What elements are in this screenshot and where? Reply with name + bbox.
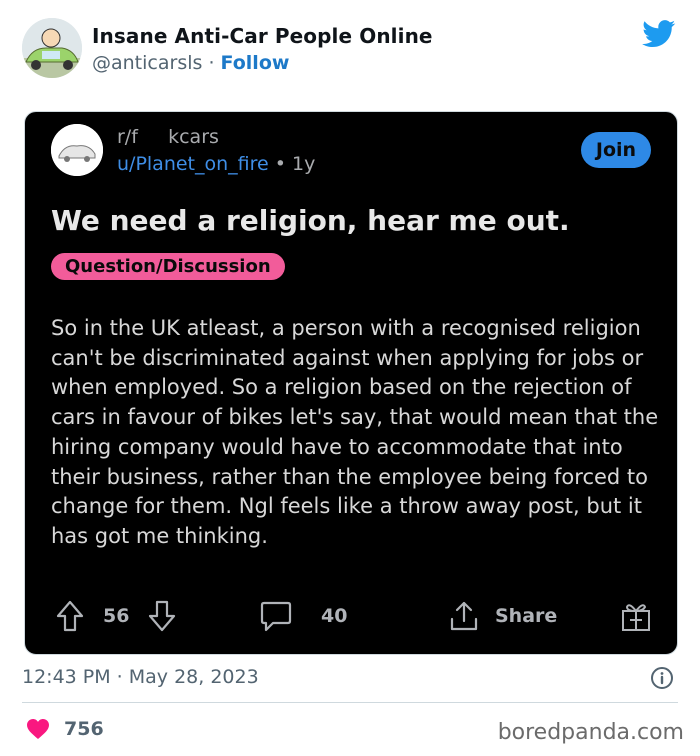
comment-count: 40 xyxy=(321,605,348,627)
twitter-bird-icon[interactable] xyxy=(642,20,676,48)
post-meta: u/Planet_on_fire • 1y xyxy=(117,153,315,175)
join-button[interactable]: Join xyxy=(581,132,651,168)
handle-line: @anticarsls · Follow xyxy=(92,52,289,74)
subreddit-avatar[interactable] xyxy=(51,124,103,176)
profile-avatar[interactable] xyxy=(22,18,82,78)
heart-icon[interactable] xyxy=(26,718,50,740)
tweet-header: Insane Anti-Car People Online @anticarsl… xyxy=(22,18,682,80)
flair-badge[interactable]: Question/Discussion xyxy=(51,253,285,280)
watermark: boredpanda.com xyxy=(497,720,684,745)
comment-button[interactable] xyxy=(259,596,293,636)
like-count: 756 xyxy=(64,718,104,740)
share-button[interactable] xyxy=(447,596,481,636)
divider xyxy=(22,702,678,703)
follow-link[interactable]: Follow xyxy=(221,52,290,74)
subreddit-name[interactable]: r/f kcars xyxy=(117,126,219,148)
upvote-button[interactable] xyxy=(55,596,85,636)
gift-icon xyxy=(622,604,650,631)
username-link[interactable]: u/Planet_on_fire xyxy=(117,153,269,175)
award-button[interactable] xyxy=(619,596,653,636)
embedded-screenshot: r/f kcars u/Planet_on_fire • 1y Join We … xyxy=(24,111,678,655)
downvote-button[interactable] xyxy=(147,596,177,636)
post-actions: 56 40 Share xyxy=(55,596,655,636)
tweet-timestamp[interactable]: 12:43 PM · May 28, 2023 xyxy=(22,666,259,688)
handle[interactable]: @anticarsls xyxy=(92,52,202,74)
display-name[interactable]: Insane Anti-Car People Online xyxy=(92,24,433,48)
post-title[interactable]: We need a religion, hear me out. xyxy=(51,204,570,237)
arrow-up-icon xyxy=(56,600,84,632)
info-icon[interactable] xyxy=(650,666,674,690)
separator: · xyxy=(202,52,221,74)
arrow-down-icon xyxy=(148,600,176,632)
comment-icon xyxy=(260,601,292,632)
share-icon xyxy=(450,601,478,631)
post-age: • 1y xyxy=(268,153,316,175)
vote-count: 56 xyxy=(103,605,130,627)
post-body: So in the UK atleast, a person with a re… xyxy=(51,316,659,548)
share-label[interactable]: Share xyxy=(495,596,557,636)
